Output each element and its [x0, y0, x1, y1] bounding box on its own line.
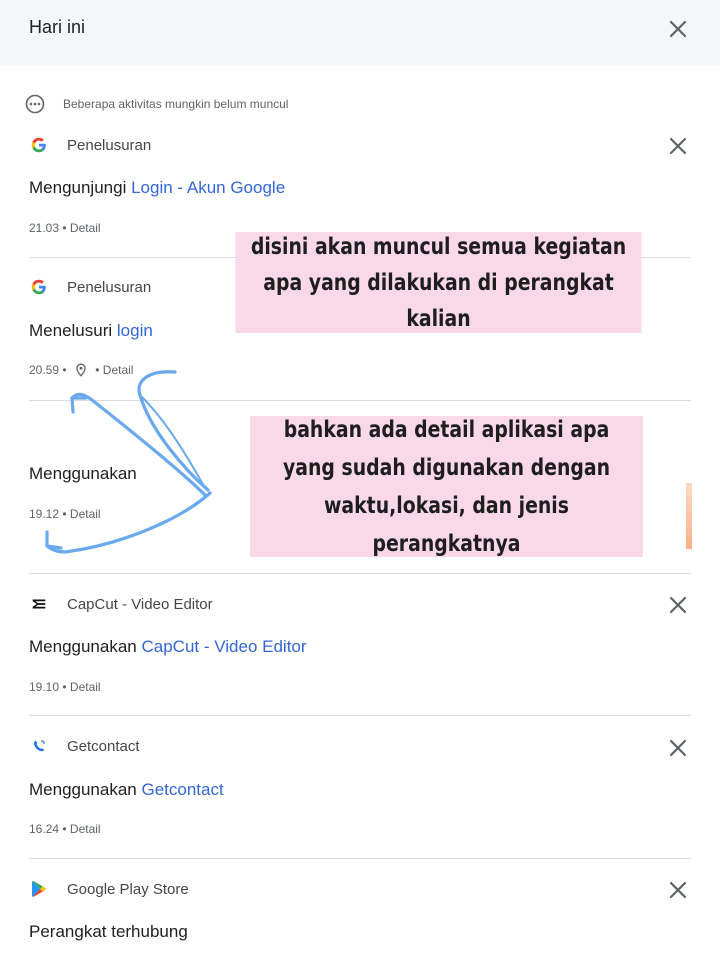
app-row: Penelusuran: [29, 135, 151, 155]
remove-item-button[interactable]: [665, 877, 691, 903]
close-icon: [669, 739, 687, 757]
remove-item-button[interactable]: [665, 735, 691, 761]
activity-meta: 16.24 • Detail: [29, 822, 101, 836]
app-name: Getcontact: [67, 737, 140, 755]
app-name: Google Play Store: [67, 880, 189, 898]
time-text: 16.24: [29, 822, 60, 836]
action-text: Mengunjungi: [29, 178, 127, 197]
divider: [29, 573, 691, 574]
time-text: 19.10: [29, 680, 60, 694]
arrow-to-time: [45, 530, 63, 550]
activity-meta: 21.03 • Detail: [29, 221, 101, 235]
activity-notice: Beberapa aktivitas mungkin belum muncul: [25, 94, 288, 114]
action-text: Menggunakan: [29, 637, 137, 656]
app-row: Penelusuran: [29, 277, 151, 297]
page-title: Hari ini: [29, 17, 86, 37]
google-g-icon: [29, 277, 49, 297]
divider: [29, 715, 691, 716]
activity-link[interactable]: login: [117, 321, 153, 340]
activity-headline: Menelusuri login: [29, 321, 153, 341]
arrow-to-time: [45, 491, 212, 554]
annotation-box: disini akan muncul semua kegiatan apa ya…: [235, 232, 642, 333]
action-text: Perangkat terhubung: [29, 922, 188, 941]
activity-headline: Mengunjungi Login - Akun Google: [29, 178, 285, 198]
detail-link[interactable]: Detail: [70, 507, 101, 521]
close-icon: [669, 881, 687, 899]
close-icon: [669, 137, 687, 155]
detail-link[interactable]: Detail: [70, 822, 101, 836]
google-g-icon: [29, 135, 49, 155]
activity-link[interactable]: Getcontact: [142, 780, 224, 799]
activity-headline: Menggunakan: [29, 464, 137, 484]
activity-link[interactable]: Login - Akun Google: [131, 178, 285, 197]
annotation-text: disini akan muncul semua kegiatan apa ya…: [250, 233, 627, 332]
app-name: Penelusuran: [67, 278, 152, 296]
detail-link[interactable]: Detail: [70, 221, 101, 235]
notice-text: Beberapa aktivitas mungkin belum muncul: [63, 97, 289, 111]
activity-meta: 20.59 • • Detail: [29, 363, 134, 377]
annotation-box: bahkan ada detail aplikasi apa yang suda…: [250, 416, 643, 557]
arrow-to-location: [137, 370, 210, 492]
close-page-button[interactable]: [665, 16, 691, 42]
close-icon: [669, 596, 687, 614]
activity-headline: Perangkat terhubung: [29, 922, 188, 942]
arrow-to-location: [139, 394, 206, 489]
remove-item-button[interactable]: [665, 133, 691, 159]
app-row: Google Play Store: [29, 879, 189, 899]
getcontact-icon: [29, 736, 49, 756]
activity-headline: Menggunakan Getcontact: [29, 780, 224, 800]
action-text: Menelusuri: [29, 321, 113, 340]
activity-meta: 19.10 • Detail: [29, 680, 101, 694]
close-icon: [669, 20, 687, 38]
remove-item-button[interactable]: [665, 592, 691, 618]
app-row: CapCut - Video Editor: [29, 594, 213, 614]
annotation-text: bahkan ada detail aplikasi apa yang suda…: [282, 416, 611, 557]
action-text: Menggunakan: [29, 464, 137, 483]
app-name: CapCut - Video Editor: [67, 595, 213, 613]
activity-meta: 19.12 • Detail: [29, 507, 101, 521]
top-bar: Hari ini: [0, 0, 720, 64]
detail-link[interactable]: Detail: [70, 680, 101, 694]
thumbnail-edge: [686, 483, 692, 549]
play-store-icon: [29, 879, 49, 899]
time-text: 19.12: [29, 507, 60, 521]
activity-headline: Menggunakan CapCut - Video Editor: [29, 637, 307, 657]
capcut-icon: [29, 594, 49, 614]
more-horizontal-icon: [25, 94, 45, 114]
divider: [29, 400, 691, 401]
divider: [29, 858, 691, 859]
time-text: 20.59: [29, 363, 60, 377]
time-text: 21.03: [29, 221, 60, 235]
app-row: Getcontact: [29, 736, 140, 756]
app-name: Penelusuran: [67, 136, 152, 154]
detail-link[interactable]: Detail: [103, 363, 134, 377]
activity-link[interactable]: CapCut - Video Editor: [142, 637, 307, 656]
location-pin-icon[interactable]: [74, 363, 88, 377]
action-text: Menggunakan: [29, 780, 137, 799]
